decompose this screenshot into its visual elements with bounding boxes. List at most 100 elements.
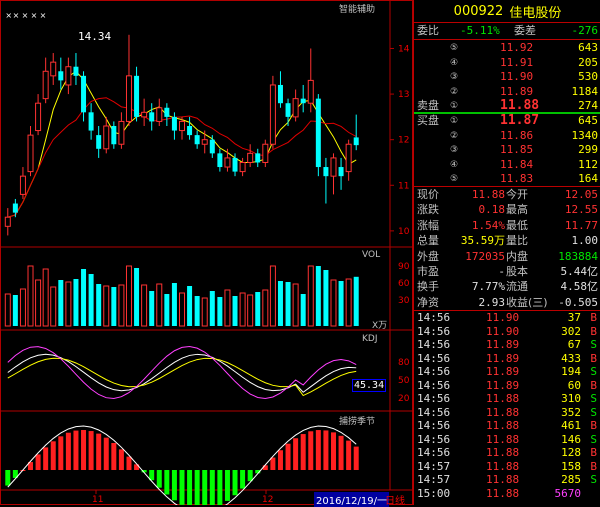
candle-body <box>58 71 64 81</box>
trade-tick-row: 14:57 11.88 158 B <box>414 460 600 474</box>
candle-body <box>315 98 321 168</box>
candle-body <box>239 161 246 173</box>
vol-axis-tick: 60 <box>398 279 410 289</box>
volume-bar <box>217 297 223 326</box>
kline-chart-area[interactable]: 1413121110× × × × ×90603080502011 12 <box>0 0 413 505</box>
tick-price: 11.90 <box>486 324 520 338</box>
wave-bar <box>262 465 268 470</box>
kdj-title[interactable]: KDJ <box>362 334 378 344</box>
candle-body <box>42 70 49 100</box>
volume-bar <box>292 283 299 327</box>
vol-axis-tick: 90 <box>398 262 410 272</box>
candle-body <box>125 75 132 122</box>
tick-price: 11.88 <box>486 392 520 405</box>
tick-direction: S <box>590 432 597 446</box>
candle-body <box>209 139 215 154</box>
volume-bar <box>353 276 359 326</box>
stat-label: 流通 <box>506 280 528 294</box>
vol-title[interactable]: VOL <box>362 250 380 260</box>
wave-bar <box>232 470 238 496</box>
volume-bar <box>103 285 110 327</box>
volume-bar <box>224 289 231 327</box>
candle-body <box>118 120 125 145</box>
stock-name: 佳电股份 <box>509 5 562 21</box>
kdj-axis-tick: 20 <box>398 394 410 404</box>
stat-value: 0.18 <box>478 203 506 217</box>
tick-price: 11.88 <box>486 486 520 500</box>
stock-code: 000922 <box>453 3 504 19</box>
volume-bar <box>194 296 200 326</box>
tick-direction: B <box>590 378 597 392</box>
candle-body <box>171 116 177 131</box>
event-marker: × <box>5 11 12 20</box>
volume-bar <box>81 269 87 326</box>
volume-bar <box>232 296 238 326</box>
wave-bar <box>5 470 11 486</box>
wave-bar <box>277 450 283 470</box>
volume-bar <box>201 297 208 327</box>
main-indicator-title[interactable]: 智能辅助 <box>339 2 375 15</box>
wave-bar <box>126 456 132 470</box>
candle-body <box>217 153 223 168</box>
volume-bar <box>338 281 344 326</box>
stat-label: 净资 <box>417 295 439 309</box>
tick-volume: 60 <box>567 378 581 392</box>
volume-bar <box>73 279 79 326</box>
kdj-axis-tick: 50 <box>398 376 410 386</box>
candle-body <box>323 167 329 177</box>
stat-value: 1.54% <box>471 218 505 232</box>
wave-bar <box>187 470 193 505</box>
stat-value: 12.05 <box>564 188 598 201</box>
tick-volume: 158 <box>561 459 581 473</box>
j-line <box>7 346 357 399</box>
volume-bar <box>277 281 283 326</box>
candle-body <box>269 84 276 145</box>
trade-tick-row: 14:56 11.88 352 S <box>414 406 600 420</box>
wave-title[interactable]: 捕捞季节 <box>339 414 375 427</box>
trade-tick-row: 14:56 11.88 310 S <box>414 392 600 406</box>
trade-tick-row: 14:56 11.89 60 B <box>414 379 600 393</box>
wave-bar <box>224 470 230 501</box>
wave-bar <box>179 470 185 505</box>
tick-direction: S <box>590 473 597 486</box>
stat-label: 量比 <box>506 234 528 248</box>
wave-bar <box>156 470 162 488</box>
volume-bar <box>330 279 337 327</box>
trade-tick-row: 14:56 11.89 67 S <box>414 338 600 352</box>
wave-bar <box>209 470 215 505</box>
candle-body <box>27 134 34 173</box>
tick-direction: B <box>590 324 597 338</box>
volume-bar <box>300 294 306 326</box>
volume-bar <box>12 295 18 326</box>
tick-direction: S <box>590 392 597 405</box>
tick-direction: S <box>590 338 597 351</box>
wave-bar <box>346 440 352 470</box>
tick-time: 14:56 <box>417 365 451 378</box>
tick-time: 14:56 <box>417 311 451 324</box>
volume-bar <box>156 283 163 327</box>
stat-value: 2.93 <box>478 295 506 309</box>
candle-body <box>292 98 299 118</box>
candle-body <box>247 152 254 163</box>
wave-bar <box>43 447 49 470</box>
tick-price: 11.88 <box>486 473 520 486</box>
candle-body <box>338 167 344 177</box>
tick-volume: 310 <box>561 392 581 405</box>
wave-bar <box>240 470 246 489</box>
vol-axis-tick: 30 <box>398 296 410 306</box>
quote-stat-row: 外盘 172035 内盘 183884 <box>414 249 600 265</box>
volume-bar <box>255 292 261 326</box>
tick-price: 11.88 <box>486 405 520 419</box>
trade-tick-row: 14:56 11.89 433 B <box>414 352 600 366</box>
candle-body <box>345 143 352 173</box>
stat-label: 最低 <box>506 218 528 232</box>
candle-body <box>232 157 238 172</box>
tick-direction: B <box>590 446 597 459</box>
wave-bar <box>50 441 56 470</box>
volume-bar <box>149 291 155 326</box>
quote-stat-row: 换手 7.77% 流通 4.58亿 <box>414 279 600 295</box>
tick-price: 11.89 <box>486 365 520 378</box>
bid-level[interactable]: ⑤ 11.83 164 <box>414 171 600 187</box>
wave-bar <box>285 443 291 470</box>
volume-bar <box>27 265 34 327</box>
